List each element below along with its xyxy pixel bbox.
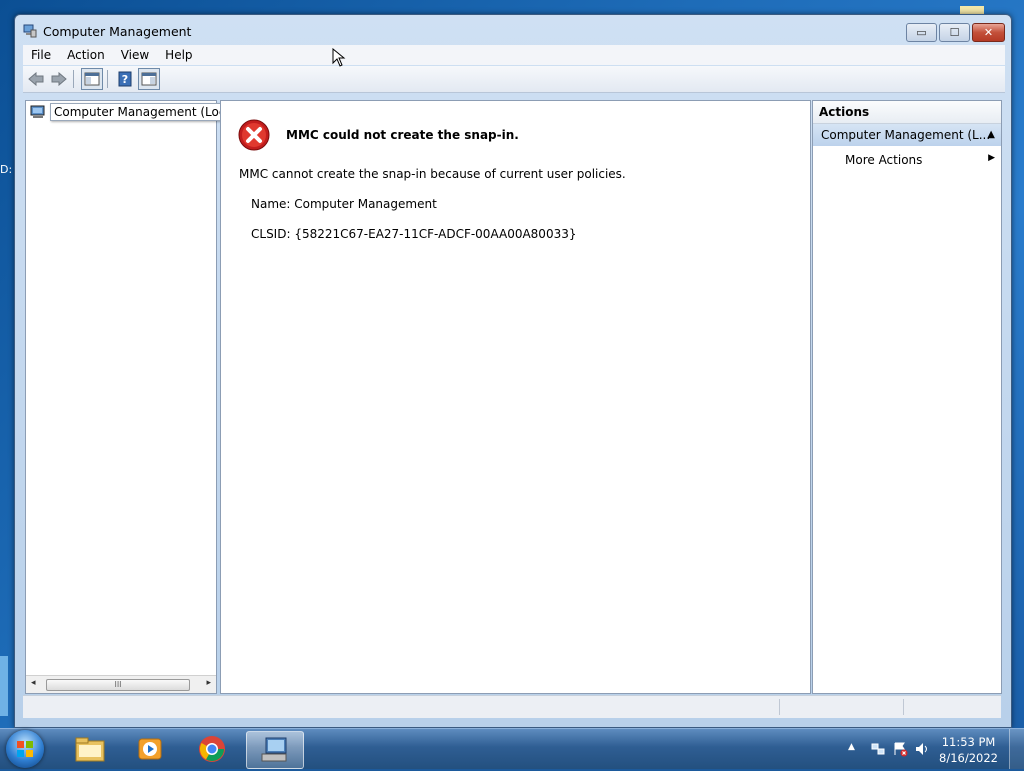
minimize-button[interactable]: ▭ [906, 23, 937, 42]
taskbar-computer-management[interactable] [246, 731, 304, 769]
clock-date: 8/16/2022 [939, 751, 998, 765]
tree-item-label: Computer Management (Local [50, 103, 241, 121]
forward-button[interactable] [49, 69, 69, 89]
more-actions-item[interactable]: More Actions [845, 153, 922, 167]
actions-section-label: Computer Management (L... [821, 128, 991, 142]
menu-view[interactable]: View [113, 48, 157, 62]
taskbar-chrome[interactable] [184, 731, 240, 767]
media-player-icon [138, 738, 162, 760]
scroll-right-icon[interactable]: ▸ [206, 678, 211, 688]
error-snapin-clsid: CLSID: {58221C67-EA27-11CF-ADCF-00AA00A8… [251, 227, 577, 241]
volume-icon[interactable] [914, 741, 930, 757]
show-hide-console-tree-button[interactable] [81, 68, 103, 90]
status-divider [903, 699, 904, 715]
show-hide-console-tree-icon [84, 72, 100, 86]
desktop-icon-label-fragment: D: [0, 163, 13, 176]
menu-action[interactable]: Action [59, 48, 113, 62]
toolbar-separator [73, 70, 74, 88]
error-title: MMC could not create the snap-in. [286, 128, 519, 142]
actions-header-label: Actions [819, 105, 870, 119]
clock[interactable]: 11:53 PM 8/16/2022 [939, 734, 998, 766]
actions-pane: Actions Computer Management (L... ▲ More… [812, 100, 1002, 694]
status-divider [779, 699, 780, 715]
windows-logo-icon [17, 741, 33, 757]
submenu-arrow-icon: ▶ [988, 153, 995, 163]
back-button[interactable] [26, 69, 46, 89]
show-hide-action-pane-icon [141, 72, 157, 86]
tree-item-computer-management[interactable]: Computer Management (Local [30, 103, 241, 121]
computer-management-icon [261, 737, 287, 762]
close-icon: ✕ [983, 26, 994, 39]
system-tray: ▲ 11:53 PM 8/16/2022 [834, 729, 1024, 769]
computer-icon [30, 105, 45, 118]
collapse-up-icon[interactable]: ▲ [987, 129, 995, 140]
taskbar: ▲ 11:53 PM 8/16/2022 [0, 728, 1024, 769]
clock-time: 11:53 PM [941, 735, 996, 749]
title-bar[interactable]: Computer Management ▭ ☐ ✕ [15, 15, 1011, 45]
error-icon [238, 119, 270, 151]
error-message: MMC cannot create the snap-in because of… [239, 167, 626, 181]
caption-buttons: ▭ ☐ ✕ [904, 23, 1005, 42]
menu-help[interactable]: Help [157, 48, 200, 62]
status-bar [23, 695, 1001, 718]
forward-icon [51, 72, 67, 86]
menu-bar: File Action View Help [23, 45, 1005, 65]
show-hide-action-pane-button[interactable] [138, 68, 160, 90]
help-button[interactable]: ? [115, 69, 135, 89]
maximize-button[interactable]: ☐ [939, 23, 970, 42]
error-pane: MMC could not create the snap-in. MMC ca… [220, 100, 811, 694]
error-snapin-name: Name: Computer Management [251, 197, 437, 211]
svg-text:?: ? [122, 73, 128, 86]
toolbar-separator [107, 70, 108, 88]
actions-header: Actions [813, 101, 1001, 124]
help-icon: ? [118, 71, 132, 87]
computer-management-icon [23, 24, 37, 38]
close-button[interactable]: ✕ [972, 23, 1005, 42]
mouse-cursor-icon [332, 48, 346, 67]
taskbar-media-player[interactable] [122, 731, 178, 767]
actions-section-computer-management[interactable]: Computer Management (L... ▲ [813, 124, 1001, 146]
scroll-left-icon[interactable]: ◂ [31, 678, 36, 688]
computer-management-window: Computer Management ▭ ☐ ✕ File Action Vi… [14, 14, 1012, 728]
menu-file[interactable]: File [23, 48, 59, 62]
back-icon [28, 72, 44, 86]
explorer-icon [75, 737, 105, 762]
horizontal-scrollbar[interactable]: ◂ III ▸ [26, 675, 216, 693]
console-tree-pane: Computer Management (Local ◂ III ▸ [25, 100, 241, 694]
chrome-icon [199, 736, 225, 762]
desktop-edge-decoration [0, 656, 8, 716]
window-title: Computer Management [43, 24, 192, 39]
maximize-icon: ☐ [949, 26, 960, 39]
show-desktop-button[interactable] [1009, 729, 1024, 769]
minimize-icon: ▭ [916, 26, 927, 39]
scroll-thumb[interactable]: III [46, 679, 190, 691]
taskbar-explorer[interactable] [62, 731, 118, 767]
start-button[interactable] [6, 730, 44, 768]
network-icon[interactable] [870, 741, 886, 757]
action-center-icon[interactable] [892, 741, 908, 757]
toolbar: ? [23, 66, 1005, 93]
show-hidden-icons-icon[interactable]: ▲ [848, 742, 855, 752]
